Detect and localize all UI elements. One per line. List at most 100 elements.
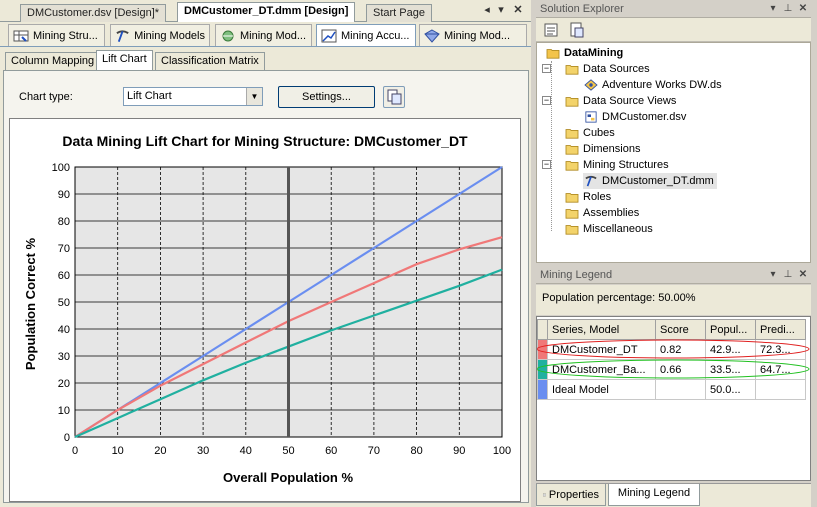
population-percentage: Population percentage: 50.00% — [542, 292, 696, 304]
y-tick-label: 10 — [58, 405, 70, 417]
tree-item-dmcustomer-dsv[interactable]: DMCustomer.dsv — [583, 109, 686, 125]
doc-tab-start-page[interactable]: Start Page — [366, 4, 432, 22]
doc-tab-dmm[interactable]: DMCustomer_DT.dmm [Design] — [177, 2, 356, 23]
tree-item-data-source-views[interactable]: Data Source Views — [564, 93, 676, 109]
folder-icon — [565, 225, 579, 235]
properties-icon — [543, 493, 546, 496]
chart-type-label: Chart type: — [19, 91, 73, 103]
chart-type-dropdown[interactable]: Lift Chart ▼ — [123, 87, 263, 106]
tree-item-adventure-works-ds[interactable]: Adventure Works DW.ds — [583, 77, 722, 93]
tree-item-mining-structures[interactable]: Mining Structures — [564, 157, 669, 173]
close-icon[interactable]: ✕ — [797, 3, 809, 15]
dropdown-icon[interactable]: ▾ — [767, 269, 779, 281]
mining-structure-icon — [13, 30, 29, 42]
pin-icon[interactable]: ⊥ — [782, 3, 794, 15]
x-tick-label: 50 — [282, 445, 294, 457]
doc-tab-dsv[interactable]: DMCustomer.dsv [Design]* — [20, 4, 167, 22]
y-tick-label: 60 — [58, 270, 70, 282]
close-document-icon[interactable]: ✕ — [511, 3, 525, 17]
tab-lift-chart[interactable]: Lift Chart — [96, 50, 153, 71]
y-tick-label: 0 — [64, 432, 70, 444]
y-tick-label: 20 — [58, 378, 70, 390]
y-tick-label: 80 — [58, 216, 70, 228]
view-code-icon[interactable] — [568, 22, 584, 38]
y-tick-label: 90 — [58, 189, 70, 201]
y-tick-label: 40 — [58, 324, 70, 336]
dropdown-icon[interactable]: ▾ — [767, 3, 779, 15]
tree-item-dmcustomer-dt-dmm[interactable]: DMCustomer_DT.dmm — [583, 173, 717, 189]
tab-properties[interactable]: Properties — [536, 484, 606, 506]
tree-item-miscellaneous[interactable]: Miscellaneous — [564, 221, 653, 237]
folder-icon — [565, 193, 579, 203]
collapse-dsv-icon[interactable]: − — [542, 96, 551, 105]
x-tick-label: 80 — [410, 445, 422, 457]
document-tab-strip: DMCustomer.dsv [Design]* DMCustomer_DT.d… — [0, 0, 531, 23]
solution-folder-icon — [546, 49, 560, 59]
tree-item-data-sources[interactable]: Data Sources — [564, 61, 650, 77]
y-tick-label: 70 — [58, 243, 70, 255]
tab-mining-legend[interactable]: Mining Legend — [608, 484, 700, 506]
tree-item-roles[interactable]: Roles — [564, 189, 611, 205]
tab-mining-model-viewer[interactable]: Mining Mod... — [215, 24, 312, 46]
population-info: Population percentage: 50.00% — [536, 285, 811, 315]
data-source-view-icon — [585, 111, 597, 123]
tree-item-dimensions[interactable]: Dimensions — [564, 141, 640, 157]
green-highlight-ellipse — [537, 359, 810, 379]
x-tick-label: 70 — [368, 445, 380, 457]
tree-item-datamining[interactable]: DataMining — [545, 45, 623, 61]
tab-mining-accuracy-chart[interactable]: Mining Accu... — [316, 24, 416, 46]
tree-item-cubes[interactable]: Cubes — [564, 125, 615, 141]
x-tick-label: 40 — [240, 445, 252, 457]
mining-legend-title: Mining Legend ▾ ⊥ ✕ — [536, 267, 811, 284]
x-axis-label: Overall Population % — [223, 470, 353, 485]
y-tick-label: 50 — [58, 297, 70, 309]
copy-icon — [387, 89, 402, 105]
x-tick-label: 10 — [112, 445, 124, 457]
bottom-tab-strip: Properties Mining Legend — [536, 483, 811, 507]
x-tick-label: 0 — [72, 445, 78, 457]
folder-icon — [565, 145, 579, 155]
x-tick-label: 90 — [453, 445, 465, 457]
solution-explorer-toolbar — [536, 18, 811, 42]
diamond-icon — [424, 28, 440, 43]
x-tick-label: 20 — [154, 445, 166, 457]
solution-explorer-tree: DataMining − Data Sources Adventure Work… — [536, 42, 811, 263]
y-tick-label: 30 — [58, 351, 70, 363]
folder-icon — [565, 161, 579, 171]
solution-explorer-title: Solution Explorer ▾ ⊥ ✕ — [536, 1, 811, 18]
data-source-icon — [584, 79, 598, 91]
settings-button[interactable]: Settings... — [278, 86, 375, 108]
copy-chart-button[interactable] — [383, 86, 405, 108]
red-highlight-ellipse — [537, 339, 810, 359]
y-tick-label: 100 — [52, 162, 70, 174]
model-viewer-icon — [222, 30, 234, 41]
pickaxe-icon — [585, 175, 597, 187]
tab-mining-model-prediction[interactable]: Mining Mod... — [419, 24, 527, 46]
folder-icon — [565, 129, 579, 139]
chart-title: Data Mining Lift Chart for Mining Struct… — [62, 133, 468, 149]
designer-tab-strip: Mining Stru... Mining Models Mining Mod.… — [0, 22, 531, 47]
tab-mining-models[interactable]: Mining Models — [110, 24, 210, 46]
lift-chart: Data Mining Lift Chart for Mining Struct… — [9, 118, 521, 502]
properties-icon[interactable] — [543, 22, 559, 38]
tab-classification-matrix[interactable]: Classification Matrix — [155, 52, 265, 70]
collapse-data-sources-icon[interactable]: − — [542, 64, 551, 73]
chart-type-value: Lift Chart — [127, 90, 172, 102]
accuracy-chart-icon — [321, 29, 337, 42]
tab-column-mapping[interactable]: Column Mapping — [5, 52, 101, 70]
tree-item-assemblies[interactable]: Assemblies — [564, 205, 639, 221]
x-tick-label: 100 — [493, 445, 511, 457]
collapse-mining-structures-icon[interactable]: − — [542, 160, 551, 169]
folder-icon — [565, 209, 579, 219]
folder-icon — [565, 97, 579, 107]
scroll-left-icon[interactable]: ◂ — [480, 3, 494, 17]
chevron-down-icon[interactable]: ▼ — [246, 88, 262, 105]
close-icon[interactable]: ✕ — [797, 269, 809, 281]
mining-legend-grid: Series, Model Score Popul... Predi... DM… — [536, 316, 811, 481]
pickaxe-icon — [116, 29, 129, 42]
tab-list-icon[interactable]: ▾ — [494, 3, 508, 17]
tab-mining-structure[interactable]: Mining Stru... — [8, 24, 105, 46]
lift-chart-svg: Data Mining Lift Chart for Mining Struct… — [23, 133, 511, 485]
pin-icon[interactable]: ⊥ — [782, 269, 794, 281]
x-tick-label: 30 — [197, 445, 209, 457]
